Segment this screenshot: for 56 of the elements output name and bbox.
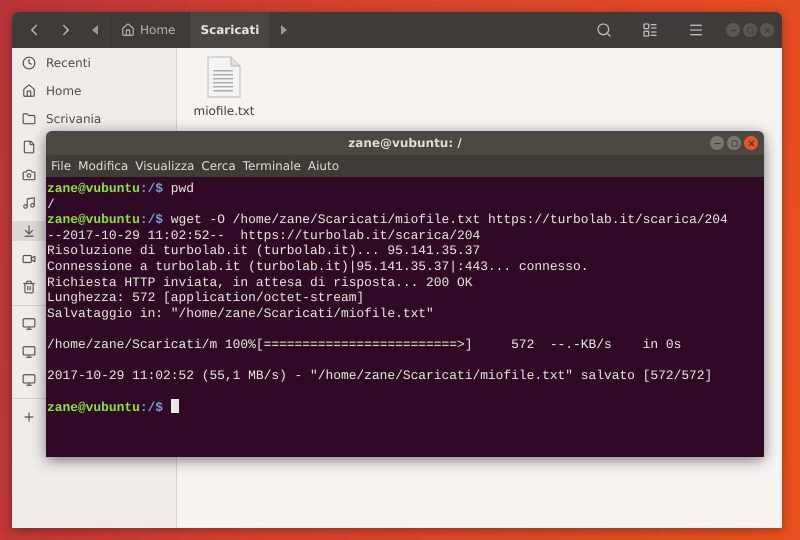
prompt-user: zane@vubuntu <box>47 212 140 228</box>
output-text: Connessione a turbolab.it (turbolab.it)|95.141.35.37|:443... connesso. <box>47 258 588 274</box>
video-icon <box>22 252 36 266</box>
output-text: / <box>47 196 55 212</box>
caret-left-icon[interactable] <box>92 25 98 35</box>
command-text: wget -O /home/zane/Scaricati/miofile.txt https://turbolab.it/scarica/204 <box>170 212 728 228</box>
close-icon <box>762 26 772 34</box>
list-view-icon <box>642 22 658 38</box>
path-button[interactable]: Scaricati <box>189 12 270 48</box>
menu-item[interactable]: Visualizza <box>135 159 200 173</box>
output-text: Lunghezza: 572 [application/octet-stream] <box>47 290 364 306</box>
sidebar-item[interactable] <box>12 221 46 241</box>
menu-item[interactable]: Aiuto <box>308 159 344 173</box>
menu-item[interactable]: File <box>51 159 76 173</box>
download-icon <box>22 224 36 238</box>
trash-icon <box>22 280 36 294</box>
window-title: zane@vubuntu: / <box>348 136 462 150</box>
output-text: --2017-10-29 11:02:52-- https://turbolab.it/scarica/204 <box>47 228 480 243</box>
menu-item[interactable]: Cerca <box>201 159 241 173</box>
prompt-user: zane@vubuntu <box>47 400 140 416</box>
caret-right-icon[interactable] <box>281 25 288 35</box>
sidebar-item[interactable]: Scrivania <box>12 109 176 129</box>
home-icon <box>121 23 135 37</box>
home-icon <box>22 84 36 98</box>
sidebar-item[interactable]: Recenti <box>12 53 176 73</box>
minimize-button[interactable] <box>710 136 724 150</box>
prompt-path: :/$ <box>140 212 164 228</box>
close-button[interactable] <box>744 136 758 150</box>
prompt-user: zane@vubuntu <box>47 181 140 196</box>
file-name[interactable]: miofile.txt <box>194 104 254 118</box>
close-icon <box>746 138 756 148</box>
output-text: /home/zane/Scaricati/m 100%[=========================>] 572 --.-KB/s in 0s <box>47 336 682 352</box>
maximize-icon <box>746 26 754 34</box>
prompt-path: :/$ <box>140 400 164 416</box>
document-icon <box>22 140 36 154</box>
monitor-icon <box>22 373 36 387</box>
sidebar-item[interactable]: Home <box>12 81 176 101</box>
prompt-path: :/$ <box>140 181 164 196</box>
clock-icon <box>22 56 36 70</box>
output-text: Richiesta HTTP inviata, in attesa di risposta... 200 OK <box>47 274 472 290</box>
menu-item[interactable]: Modifica <box>78 159 134 173</box>
monitor-icon <box>22 317 36 331</box>
command-text: pwd <box>170 181 194 196</box>
menu-icon <box>688 22 704 38</box>
menu-item[interactable]: Terminale <box>242 159 306 173</box>
maximize-icon <box>730 140 738 146</box>
plus-icon <box>22 410 36 424</box>
maximize-button[interactable] <box>727 136 741 150</box>
output-text: 2017-10-29 11:02:52 (55,1 MB/s) - "/home/zane/Scaricati/miofile.txt" salvato [572/572] <box>47 368 712 384</box>
folder-icon <box>22 112 36 126</box>
camera-icon <box>22 168 36 182</box>
output-text: Salvataggio in: "/home/zane/Scaricati/miofile.txt" <box>47 306 434 321</box>
monitor-icon <box>22 345 36 359</box>
search-icon <box>596 22 612 38</box>
output-text: Risoluzione di turbolab.it (turbolab.it)... 95.141.35.37 <box>47 243 480 258</box>
music-icon <box>22 196 36 210</box>
